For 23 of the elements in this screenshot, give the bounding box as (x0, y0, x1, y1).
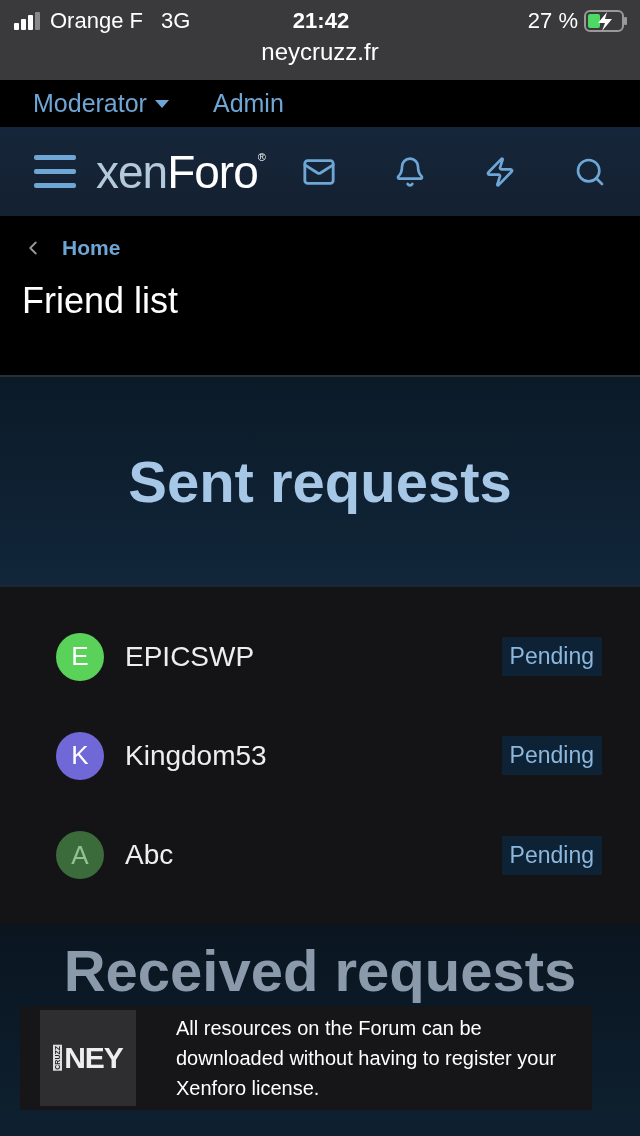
breadcrumb-link[interactable]: Home (22, 236, 618, 260)
user-name[interactable]: Abc (125, 839, 481, 872)
user-avatar[interactable]: K (56, 732, 104, 780)
nav-link[interactable]: Moderator (33, 89, 169, 118)
status-badge: Pending (501, 835, 602, 875)
nav-link[interactable]: Admin (212, 89, 284, 118)
page-title: Friend list (22, 280, 180, 322)
signal-icon (14, 12, 42, 30)
battery-charging-icon (584, 10, 628, 32)
status-badge: Pending (501, 637, 602, 677)
network-type: 3G (160, 8, 191, 34)
site-logo[interactable]: xenForo® (96, 144, 278, 199)
clock-time: 21:42 (292, 8, 350, 34)
notice-text: All resources on the Forum can be downloaded without having to register your Xenforo license. (176, 1016, 558, 1101)
carrier-name: Orange F (50, 8, 143, 34)
user-name[interactable]: Kingdom53 (125, 740, 481, 772)
section-title: Sent requests (128, 447, 512, 515)
menu-icon[interactable] (34, 152, 76, 191)
address-bar-url[interactable]: neycruzz.fr (261, 38, 379, 66)
status-badge: Pending (501, 736, 602, 776)
user-name[interactable]: EPICSWP (125, 640, 481, 673)
section-title: Received requests (63, 937, 577, 1004)
battery-percent: 27 % (527, 8, 578, 34)
